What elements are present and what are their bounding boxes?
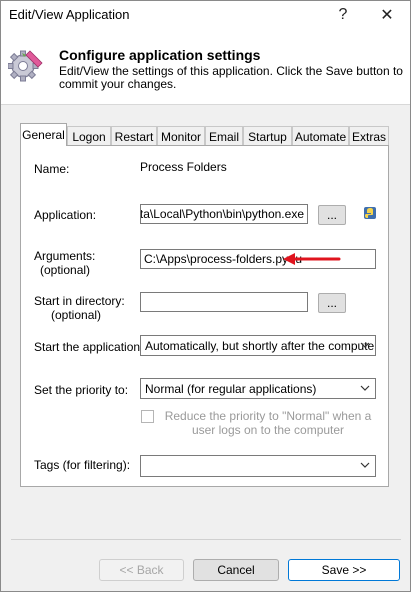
header-heading: Configure application settings <box>59 47 261 63</box>
red-arrow-annotation-icon <box>283 253 341 265</box>
tags-label: Tags (for filtering): <box>34 458 131 472</box>
tab-restart[interactable]: Restart <box>111 126 157 146</box>
python-icon[interactable] <box>362 205 378 221</box>
header-banner: Configure application settings Edit/View… <box>1 29 410 105</box>
start-application-value: Automatically, but shortly after the com… <box>145 339 376 353</box>
chevron-down-icon <box>360 385 370 391</box>
application-path-field[interactable]: ata\Local\Python\bin\python.exe <box>140 204 308 224</box>
start-application-label: Start the application: <box>34 340 144 354</box>
application-browse-button[interactable]: ... <box>318 205 346 225</box>
chevron-down-icon <box>360 462 370 468</box>
priority-label: Set the priority to: <box>34 383 129 397</box>
start-directory-browse-button[interactable]: ... <box>318 293 346 313</box>
title-bar: Edit/View Application ? ✕ <box>1 1 410 29</box>
name-label: Name: <box>34 162 70 176</box>
gear-settings-icon <box>8 50 43 82</box>
tab-automate[interactable]: Automate <box>292 126 349 146</box>
footer-divider <box>11 539 401 540</box>
tab-monitor[interactable]: Monitor <box>157 126 205 146</box>
arguments-label: Arguments: <box>34 249 96 263</box>
help-button[interactable]: ? <box>321 1 365 29</box>
chevron-down-icon <box>360 342 370 348</box>
start-directory-input[interactable] <box>140 292 308 312</box>
save-button[interactable]: Save >> <box>288 559 400 581</box>
application-label: Application: <box>34 208 97 222</box>
close-button[interactable]: ✕ <box>365 1 409 29</box>
tab-startup[interactable]: Startup <box>243 126 292 146</box>
tab-logon[interactable]: Logon <box>67 126 111 146</box>
tab-general[interactable]: General <box>20 123 67 146</box>
start-directory-optional-label: (optional) <box>51 308 102 322</box>
tab-extras[interactable]: Extras <box>349 126 389 146</box>
edit-application-window: Edit/View Application ? ✕ Configure appl… <box>0 0 411 592</box>
cancel-button[interactable]: Cancel <box>193 559 279 581</box>
start-directory-label: Start in directory: <box>34 294 125 308</box>
header-description: Edit/View the settings of this applicati… <box>59 64 403 91</box>
back-button[interactable]: << Back <box>99 559 184 581</box>
priority-dropdown[interactable]: Normal (for regular applications) <box>140 378 376 399</box>
window-title: Edit/View Application <box>9 7 130 22</box>
name-value: Process Folders <box>140 160 227 174</box>
reduce-priority-label: Reduce the priority to "Normal" when a u… <box>164 409 372 437</box>
tab-email[interactable]: Email <box>205 126 243 146</box>
start-application-dropdown[interactable]: Automatically, but shortly after the com… <box>140 335 376 356</box>
arguments-optional-label: (optional) <box>40 263 91 277</box>
tags-dropdown[interactable] <box>140 455 376 477</box>
application-path-text: ata\Local\Python\bin\python.exe <box>140 207 304 221</box>
priority-value: Normal (for regular applications) <box>145 382 317 396</box>
